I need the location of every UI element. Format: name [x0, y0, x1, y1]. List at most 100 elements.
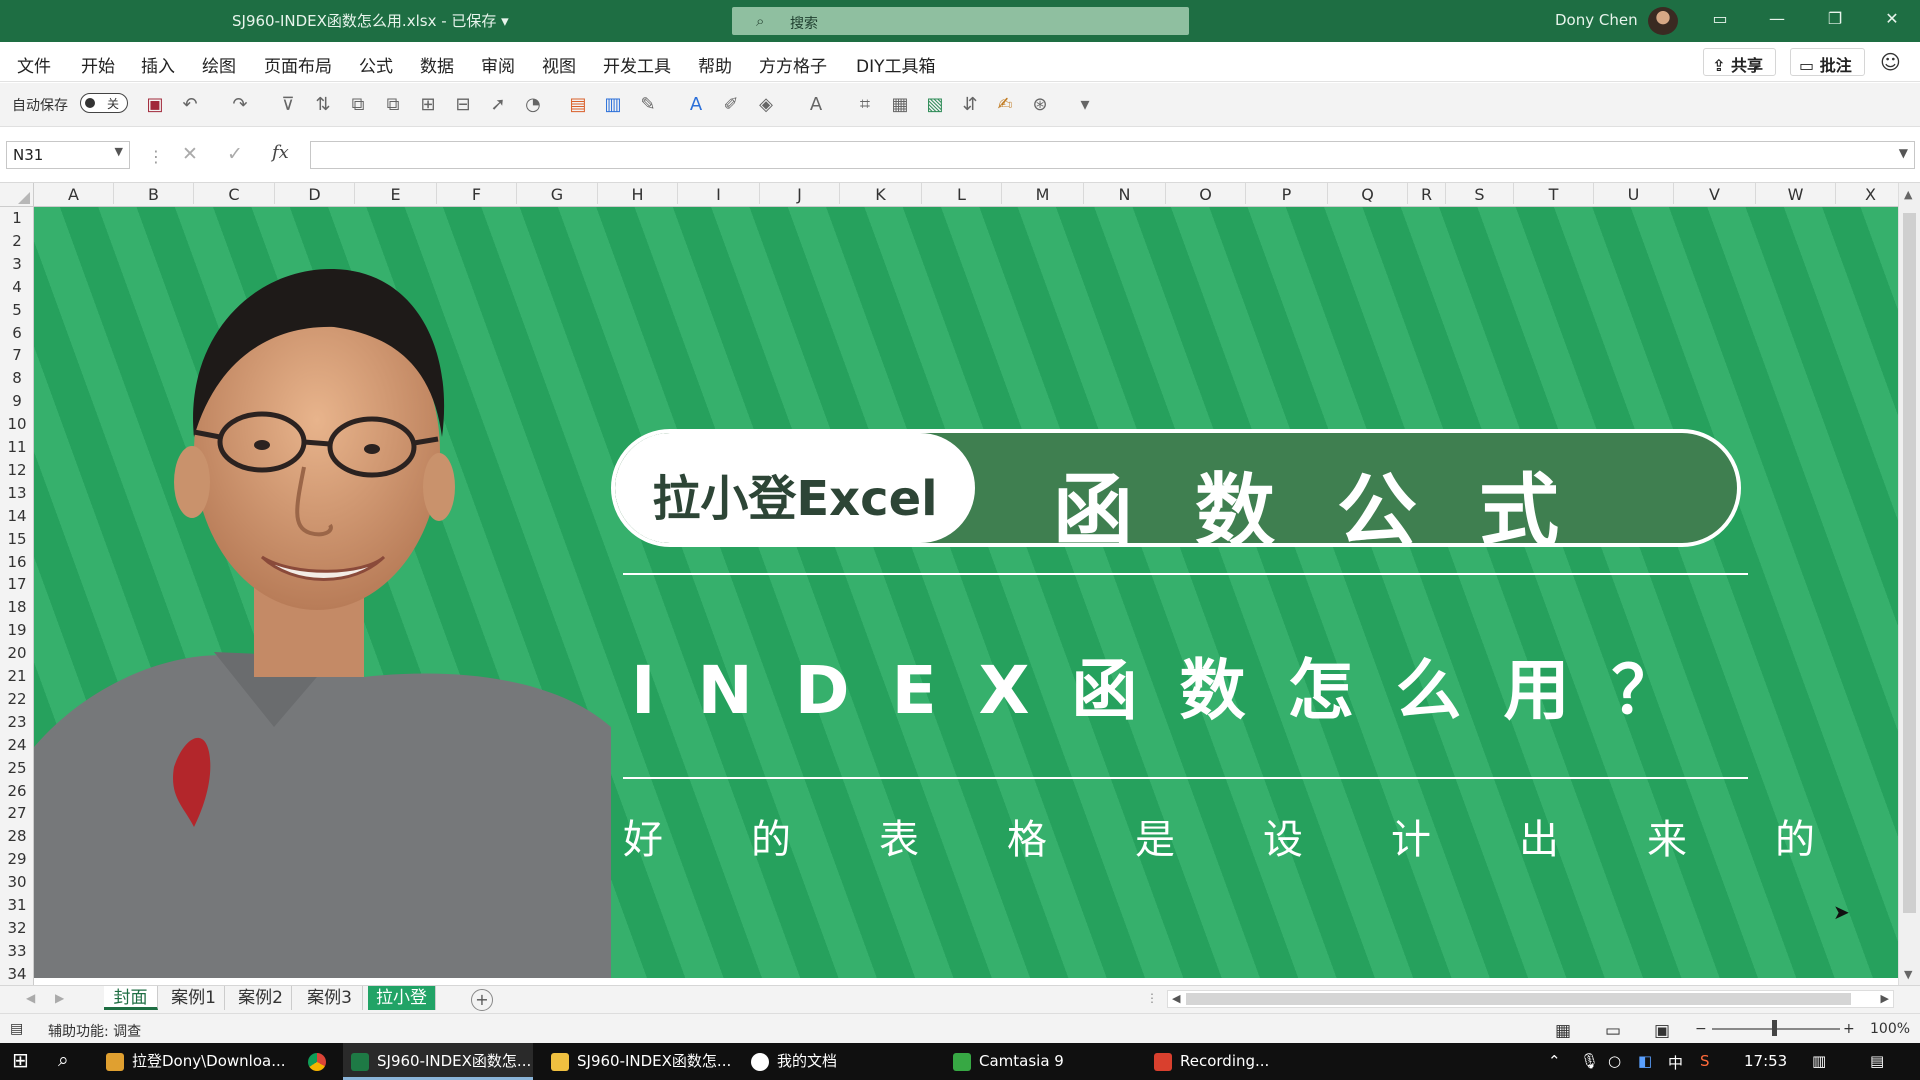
row-header[interactable]: 7	[0, 344, 34, 367]
row-header[interactable]: 5	[0, 299, 34, 322]
sheet-tab-laxiaodeng[interactable]: 拉小登	[368, 986, 436, 1010]
tab-review[interactable]: 审阅	[481, 52, 515, 77]
document-title[interactable]: SJ960-INDEX函数怎么用.xlsx - 已保存 ▾	[232, 10, 509, 31]
formula-input[interactable]: ▼	[310, 141, 1915, 169]
network-icon[interactable]: ▥	[1812, 1052, 1826, 1070]
undo-icon[interactable]: ↶	[178, 93, 202, 117]
column-header[interactable]: H	[598, 183, 678, 204]
column-header[interactable]: M	[1002, 183, 1084, 204]
column-header[interactable]: K	[840, 183, 922, 204]
splitter-dots[interactable]: ⋮	[148, 147, 164, 166]
add-sheet-button[interactable]: +	[471, 989, 493, 1011]
row-header[interactable]: 15	[0, 528, 34, 551]
column-header[interactable]: L	[922, 183, 1002, 204]
vertical-scrollbar[interactable]: ▲ ▼	[1898, 183, 1920, 985]
zoom-out-icon[interactable]: −	[1695, 1021, 1707, 1037]
taskbar-item-document[interactable]: SJ960-INDEX函数怎...	[543, 1043, 733, 1080]
row-header[interactable]: 33	[0, 940, 34, 963]
column-header[interactable]: E	[355, 183, 437, 204]
link-icon[interactable]: ⊛	[1028, 93, 1052, 117]
row-header[interactable]: 3	[0, 253, 34, 276]
clock[interactable]: 17:53	[1744, 1052, 1787, 1070]
macro-record-icon[interactable]: ▤	[10, 1021, 23, 1037]
taskbar-item-chrome[interactable]	[300, 1043, 334, 1080]
taskbar-item-recording[interactable]: Recording...	[1146, 1043, 1346, 1080]
taskbar-item-explorer[interactable]: 拉登Dony\Downloa...	[98, 1043, 288, 1080]
page-break-view-icon[interactable]: ▣	[1654, 1021, 1670, 1041]
splitter-dots[interactable]: ⋮	[1146, 991, 1158, 1005]
column-header[interactable]: B	[114, 183, 194, 204]
scroll-down-icon[interactable]: ▼	[1904, 968, 1912, 981]
column-header[interactable]: Q	[1328, 183, 1408, 204]
row-header[interactable]: 24	[0, 734, 34, 757]
sheet-next-icon[interactable]: ▶	[55, 991, 64, 1005]
select-pointer-icon[interactable]: ➚	[486, 93, 510, 117]
microphone-icon[interactable]: 🎙	[1580, 1052, 1599, 1070]
row-header[interactable]: 19	[0, 619, 34, 642]
paste-icon[interactable]: ▦	[888, 93, 912, 117]
font-color-icon[interactable]: A	[804, 93, 828, 117]
cancel-icon[interactable]: ✕	[182, 143, 198, 165]
tab-formulas[interactable]: 公式	[359, 52, 393, 77]
sheet-tab-case1[interactable]: 案例1	[163, 986, 225, 1010]
row-header[interactable]: 16	[0, 551, 34, 574]
notifications-icon[interactable]: ▤	[1870, 1052, 1884, 1070]
row-header[interactable]: 31	[0, 894, 34, 917]
ribbon-display-options-icon[interactable]: ▭	[1705, 9, 1735, 28]
row-header[interactable]: 28	[0, 825, 34, 848]
row-header[interactable]: 26	[0, 780, 34, 803]
search-box[interactable]: ⌕ 搜索	[732, 7, 1189, 35]
column-header[interactable]: I	[678, 183, 760, 204]
filter-icon[interactable]: ⊽	[276, 93, 300, 117]
taskbar-search-icon[interactable]: ⌕	[58, 1049, 69, 1071]
taskbar-item-my-documents[interactable]: 我的文档	[743, 1043, 943, 1080]
column-header[interactable]: P	[1246, 183, 1328, 204]
fill-color-icon[interactable]: ◈	[754, 93, 778, 117]
column-header[interactable]: S	[1446, 183, 1514, 204]
column-header[interactable]: F	[437, 183, 517, 204]
row-header[interactable]: 10	[0, 413, 34, 436]
row-header[interactable]: 8	[0, 367, 34, 390]
row-header[interactable]: 30	[0, 871, 34, 894]
clear-format-icon[interactable]: ▥	[601, 93, 625, 117]
column-header[interactable]: X	[1836, 183, 1906, 204]
page-layout-view-icon[interactable]: ▭	[1605, 1021, 1621, 1041]
row-header[interactable]: 2	[0, 230, 34, 253]
avatar[interactable]	[1648, 7, 1678, 35]
column-header[interactable]: R	[1408, 183, 1446, 204]
tab-page-layout[interactable]: 页面布局	[264, 52, 332, 77]
duplicate-icon[interactable]: ⧉	[381, 93, 405, 117]
row-header[interactable]: 4	[0, 276, 34, 299]
format-painter-icon[interactable]: ✐	[719, 93, 743, 117]
row-header[interactable]: 9	[0, 390, 34, 413]
vertical-scroll-thumb[interactable]	[1903, 213, 1916, 913]
column-header[interactable]: D	[275, 183, 355, 204]
scroll-up-icon[interactable]: ▲	[1904, 188, 1912, 201]
zoom-slider-knob[interactable]	[1772, 1020, 1777, 1036]
row-header[interactable]: 21	[0, 665, 34, 688]
sort-descending-icon[interactable]: ⇵	[958, 93, 982, 117]
column-header[interactable]: W	[1756, 183, 1836, 204]
tab-help[interactable]: 帮助	[698, 52, 732, 77]
scroll-right-icon[interactable]: ▶	[1881, 992, 1889, 1005]
sheet-tab-case3[interactable]: 案例3	[297, 986, 363, 1010]
row-header[interactable]: 12	[0, 459, 34, 482]
windows-start-icon[interactable]: ⊞	[12, 1048, 29, 1072]
chevron-down-icon[interactable]: ▼	[115, 145, 123, 158]
column-header[interactable]: V	[1674, 183, 1756, 204]
row-header[interactable]: 6	[0, 322, 34, 345]
row-header[interactable]: 13	[0, 482, 34, 505]
expand-formula-icon[interactable]: ▼	[1899, 146, 1908, 160]
row-header[interactable]: 22	[0, 688, 34, 711]
minimize-icon[interactable]: —	[1762, 9, 1792, 28]
ime-indicator[interactable]: 中	[1668, 1052, 1683, 1073]
unmerge-cells-icon[interactable]: ⊟	[451, 93, 475, 117]
select-all-corner[interactable]	[0, 183, 34, 207]
column-header[interactable]: U	[1594, 183, 1674, 204]
comments-button[interactable]: ▭ 批注	[1790, 48, 1865, 76]
autosave-toggle[interactable]: 关	[80, 93, 128, 113]
tab-fangfang[interactable]: 方方格子	[759, 52, 827, 77]
sheet-tab-case2[interactable]: 案例2	[230, 986, 292, 1010]
shapes-icon[interactable]: ◔	[521, 93, 545, 117]
show-hidden-icons-icon[interactable]: ⌃	[1548, 1052, 1561, 1070]
